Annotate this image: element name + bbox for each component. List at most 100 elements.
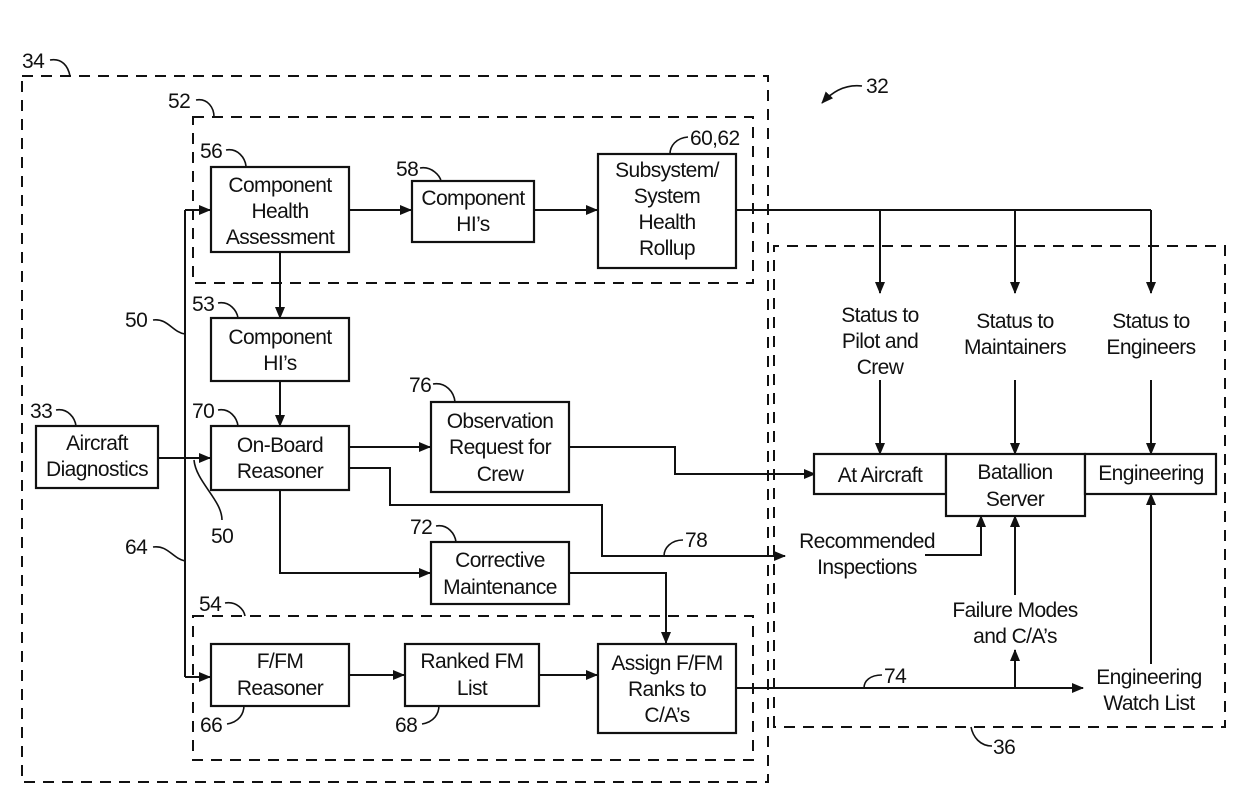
block-text: Aircraft <box>66 432 128 455</box>
ref-33: 33 <box>30 400 52 423</box>
leader-33 <box>55 408 77 427</box>
block-text: Assessment <box>226 226 335 249</box>
block-corrective-maintenance: Corrective Maintenance <box>429 540 571 606</box>
block-text: F/FM <box>257 650 304 673</box>
block-text: Reasoner <box>237 460 324 483</box>
block-text: Maintenance <box>443 576 557 599</box>
block-text: Component <box>421 187 525 210</box>
block-text: Ranked FM <box>420 650 523 673</box>
block-text: System <box>634 185 701 208</box>
block-engineering: Engineering <box>1083 452 1218 496</box>
ref-56: 56 <box>200 140 222 163</box>
label-text: Status to <box>841 304 918 327</box>
block-text: Rollup <box>639 237 695 260</box>
ref-66: 66 <box>200 714 222 737</box>
ref-58: 58 <box>396 158 418 181</box>
leader-34 <box>49 58 71 77</box>
block-text: C/A’s <box>644 704 689 727</box>
block-text: Health <box>638 211 695 234</box>
block-text: At Aircraft <box>838 464 923 487</box>
block-text: Diagnostics <box>46 458 148 481</box>
label-text: Maintainers <box>964 336 1066 359</box>
ref-36: 36 <box>993 736 1015 759</box>
label-text: Recommended <box>799 530 935 553</box>
block-onboard-reasoner: On-Board Reasoner <box>209 424 351 492</box>
ref-53: 53 <box>192 293 214 316</box>
ref-50-a: 50 <box>125 309 147 332</box>
label-status-engineers: Status to Engineers <box>1106 310 1196 359</box>
block-text: Ranks to <box>628 678 706 701</box>
block-text: Health <box>251 200 308 223</box>
label-engineering-watch-list: Engineering Watch List <box>1096 666 1202 715</box>
block-text: HI’s <box>456 213 489 236</box>
label-failure-modes: Failure Modes and C/A’s <box>952 599 1078 648</box>
leader-76 <box>432 382 456 403</box>
block-text: List <box>457 677 488 700</box>
ref-76: 76 <box>409 374 431 397</box>
block-assign-ranks: Assign F/FM Ranks to C/A’s <box>596 642 738 735</box>
block-batallion-server: Batallion Server <box>944 452 1087 518</box>
block-aircraft-diagnostics: Aircraft Diagnostics <box>34 424 160 490</box>
block-text: Engineering <box>1098 462 1204 485</box>
block-ranked-fm-list: Ranked FM List <box>403 642 541 708</box>
label-recommended-inspections: Recommended Inspections <box>799 530 935 579</box>
label-text: Status to <box>976 310 1053 333</box>
ref-54: 54 <box>199 593 222 616</box>
leader-58 <box>419 166 442 182</box>
leader-54 <box>224 601 246 617</box>
ref-78: 78 <box>685 529 707 552</box>
block-text: Request for <box>449 436 552 459</box>
label-text: Failure Modes <box>952 599 1077 622</box>
ref-50-b: 50 <box>211 525 233 548</box>
label-text: and C/A’s <box>973 625 1057 648</box>
ref-68: 68 <box>395 714 417 737</box>
ref-34: 34 <box>22 50 45 73</box>
block-ffm-reasoner: F/FM Reasoner <box>209 642 351 708</box>
observation-to-aircraft <box>570 446 816 479</box>
label-text: Status to <box>1112 310 1189 333</box>
label-text: Pilot and <box>842 330 918 353</box>
leader-64 <box>152 546 186 562</box>
label-text: Engineering <box>1096 666 1202 689</box>
label-status-pilot: Status to Pilot and Crew <box>841 304 919 379</box>
reasoner-to-corrective <box>279 490 431 578</box>
ref-64: 64 <box>125 536 148 559</box>
leader-53 <box>217 301 239 319</box>
leader-36 <box>970 726 993 747</box>
block-text: On-Board <box>237 434 323 457</box>
leader-56 <box>225 148 247 167</box>
leader-32-arrow <box>821 84 863 104</box>
label-status-maintainers: Status to Maintainers <box>964 310 1067 359</box>
block-text: Crew <box>477 463 525 486</box>
block-text: Corrective <box>455 549 545 572</box>
block-component-his-58: Component HI’s <box>410 179 536 244</box>
block-text: Batallion <box>977 461 1052 484</box>
label-text: Inspections <box>817 556 917 579</box>
leader-70 <box>217 408 239 427</box>
leader-68 <box>421 704 440 725</box>
label-text: Crew <box>857 356 905 379</box>
block-component-health-assessment: Component Health Assessment <box>209 165 351 254</box>
ref-72: 72 <box>410 516 432 539</box>
block-component-his-53: Component HI’s <box>209 316 351 383</box>
block-text: Component <box>228 174 332 197</box>
block-text: Observation <box>447 410 554 433</box>
ref-32: 32 <box>866 75 888 98</box>
ref-74: 74 <box>884 665 907 688</box>
system-block-diagram: 34 52 32 56 58 60,62 50 53 33 70 76 50 6… <box>21 50 1226 783</box>
block-text: Subsystem/ <box>615 159 719 182</box>
block-text: Assign F/FM <box>611 652 722 675</box>
leader-72 <box>435 524 457 543</box>
leader-50-a <box>152 319 186 335</box>
leader-78 <box>663 539 684 557</box>
leader-66 <box>226 704 245 725</box>
block-text: Component <box>228 326 332 349</box>
ref-60-62: 60,62 <box>690 127 740 150</box>
corrective-to-assign <box>568 572 671 644</box>
block-text: HI’s <box>263 352 296 375</box>
leader-52 <box>195 98 215 118</box>
block-observation-request: Observation Request for Crew <box>429 400 571 494</box>
ref-52: 52 <box>168 90 190 113</box>
block-at-aircraft: At Aircraft <box>812 452 948 496</box>
label-text: Engineers <box>1106 336 1195 359</box>
